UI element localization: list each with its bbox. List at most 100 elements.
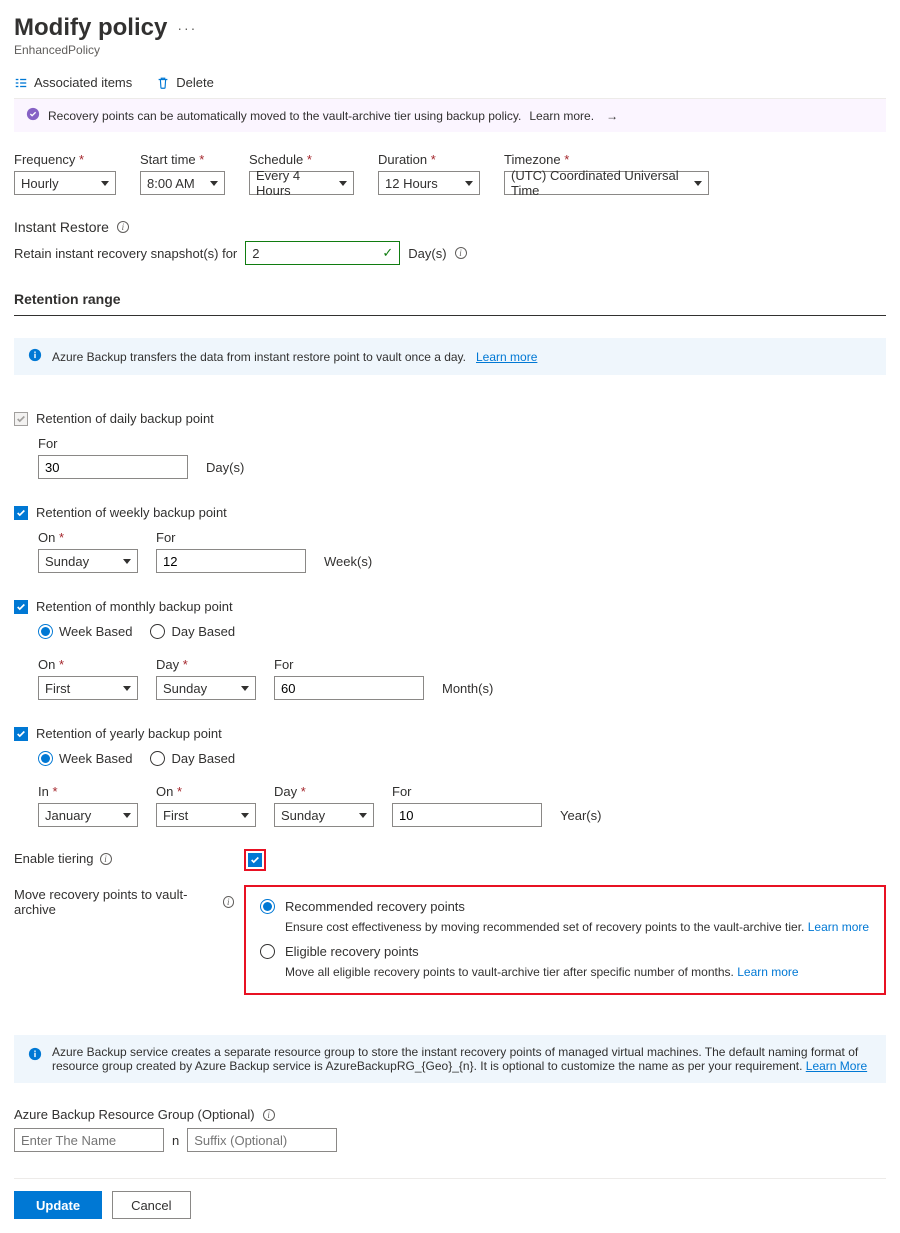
info-icon[interactable]: i <box>223 896 234 908</box>
daily-for-input[interactable] <box>38 455 188 479</box>
yearly-on-select[interactable]: First <box>156 803 256 827</box>
arrow-right-icon: → <box>606 109 618 123</box>
chevron-down-icon <box>694 181 702 186</box>
trash-icon <box>156 76 170 90</box>
eligible-points-title: Eligible recovery points <box>285 944 799 959</box>
yearly-in-label: In <box>38 784 138 799</box>
daily-retention-checkbox <box>14 412 28 426</box>
monthly-week-based-radio[interactable]: Week Based <box>38 624 132 639</box>
timezone-value: (UTC) Coordinated Universal Time <box>511 168 688 198</box>
yearly-retention-checkbox[interactable] <box>14 727 28 741</box>
policy-name-subtitle: EnhancedPolicy <box>14 43 886 57</box>
enable-tiering-highlight <box>244 849 266 871</box>
frequency-value: Hourly <box>21 176 59 191</box>
daily-info-text: Azure Backup transfers the data from ins… <box>52 350 466 364</box>
eligible-points-radio[interactable] <box>260 944 275 959</box>
rg-info-text: Azure Backup service creates a separate … <box>52 1045 858 1073</box>
monthly-on-select[interactable]: First <box>38 676 138 700</box>
frequency-select[interactable]: Hourly <box>14 171 116 195</box>
delete-button[interactable]: Delete <box>156 75 214 90</box>
tiering-options-highlight: Recommended recovery points Ensure cost … <box>244 885 886 995</box>
archive-tier-banner: Recovery points can be automatically mov… <box>14 99 886 132</box>
info-icon[interactable]: i <box>263 1109 275 1121</box>
update-button[interactable]: Update <box>14 1191 102 1219</box>
info-filled-icon <box>28 348 42 365</box>
shield-check-icon <box>26 107 40 124</box>
rg-suffix-input[interactable] <box>187 1128 337 1152</box>
enable-tiering-checkbox[interactable] <box>248 853 262 867</box>
monthly-day-select[interactable]: Sunday <box>156 676 256 700</box>
list-icon <box>14 76 28 90</box>
yearly-in-value: January <box>45 808 91 823</box>
retain-snapshot-select[interactable]: 2 ✓ <box>245 241 400 265</box>
info-icon[interactable]: i <box>455 247 467 259</box>
more-actions-icon[interactable]: ··· <box>177 20 197 36</box>
yearly-in-select[interactable]: January <box>38 803 138 827</box>
monthly-unit: Month(s) <box>442 681 493 700</box>
rg-separator: n <box>172 1133 179 1148</box>
daily-retention-label: Retention of daily backup point <box>36 411 214 426</box>
retain-snapshot-unit: Day(s) <box>408 246 446 261</box>
timezone-select[interactable]: (UTC) Coordinated Universal Time <box>504 171 709 195</box>
start-time-value: 8:00 AM <box>147 176 195 191</box>
monthly-week-based-label: Week Based <box>59 624 132 639</box>
instant-restore-row: Retain instant recovery snapshot(s) for … <box>14 241 886 265</box>
command-bar: Associated items Delete <box>14 75 886 99</box>
weekly-on-label: On <box>38 530 138 545</box>
recommended-learn-more-link[interactable]: Learn more <box>808 920 869 934</box>
info-icon[interactable]: i <box>100 853 112 865</box>
retain-snapshot-value: 2 <box>252 246 259 261</box>
start-time-select[interactable]: 8:00 AM <box>140 171 225 195</box>
chevron-down-icon <box>241 686 249 691</box>
monthly-day-label: Day <box>156 657 256 672</box>
recommended-points-title: Recommended recovery points <box>285 899 869 914</box>
weekly-on-select[interactable]: Sunday <box>38 549 138 573</box>
yearly-day-select[interactable]: Sunday <box>274 803 374 827</box>
chevron-down-icon <box>241 813 249 818</box>
chevron-down-icon <box>210 181 218 186</box>
chevron-down-icon <box>123 559 131 564</box>
yearly-unit: Year(s) <box>560 808 601 827</box>
enable-tiering-label: Enable tiering <box>14 851 94 866</box>
weekly-for-input[interactable] <box>156 549 306 573</box>
monthly-for-input[interactable] <box>274 676 424 700</box>
frequency-label: Frequency <box>14 152 116 167</box>
monthly-day-based-radio[interactable]: Day Based <box>150 624 235 639</box>
monthly-retention-checkbox[interactable] <box>14 600 28 614</box>
yearly-day-based-radio[interactable]: Day Based <box>150 751 235 766</box>
yearly-week-based-label: Week Based <box>59 751 132 766</box>
weekly-on-value: Sunday <box>45 554 89 569</box>
rg-label: Azure Backup Resource Group (Optional) <box>14 1107 255 1122</box>
move-recovery-points-label: Move recovery points to vault-archive <box>14 887 217 917</box>
duration-select[interactable]: 12 Hours <box>378 171 480 195</box>
yearly-week-based-radio[interactable]: Week Based <box>38 751 132 766</box>
associated-items-button[interactable]: Associated items <box>14 75 132 90</box>
schedule-select[interactable]: Every 4 Hours <box>249 171 354 195</box>
instant-restore-label: Instant Restore <box>14 219 109 235</box>
schedule-label: Schedule <box>249 152 354 167</box>
recommended-points-radio[interactable] <box>260 899 275 914</box>
daily-learn-more-link[interactable]: Learn more <box>476 350 537 364</box>
associated-items-label: Associated items <box>34 75 132 90</box>
archive-learn-more-link[interactable]: Learn more. <box>529 109 594 123</box>
chevron-down-icon <box>465 181 473 186</box>
start-time-label: Start time <box>140 152 225 167</box>
rg-name-input[interactable] <box>14 1128 164 1152</box>
weekly-retention-checkbox[interactable] <box>14 506 28 520</box>
weekly-retention-label: Retention of weekly backup point <box>36 505 227 520</box>
duration-label: Duration <box>378 152 480 167</box>
eligible-points-desc: Move all eligible recovery points to vau… <box>285 965 734 979</box>
daily-transfer-info: Azure Backup transfers the data from ins… <box>14 338 886 375</box>
info-icon[interactable]: i <box>117 221 129 233</box>
recommended-points-desc: Ensure cost effectiveness by moving reco… <box>285 920 804 934</box>
eligible-learn-more-link[interactable]: Learn more <box>737 965 798 979</box>
chevron-down-icon <box>359 813 367 818</box>
weekly-unit: Week(s) <box>324 554 372 573</box>
yearly-for-input[interactable] <box>392 803 542 827</box>
chevron-down-icon <box>123 813 131 818</box>
weekly-for-label: For <box>156 530 306 545</box>
rg-learn-more-link[interactable]: Learn More <box>806 1059 867 1073</box>
cancel-button[interactable]: Cancel <box>112 1191 190 1219</box>
monthly-for-label: For <box>274 657 424 672</box>
yearly-on-label: On <box>156 784 256 799</box>
